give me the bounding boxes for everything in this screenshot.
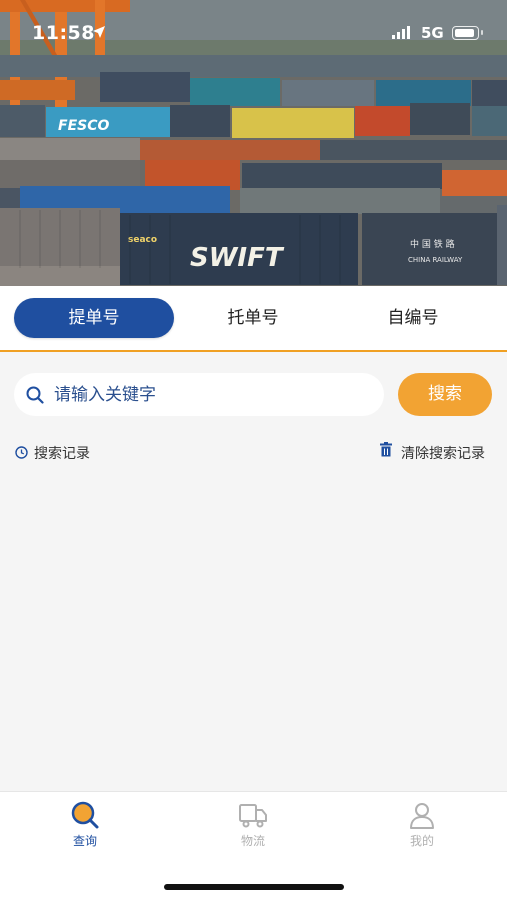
nav-profile[interactable]: 我的 xyxy=(392,800,452,849)
nav-logistics[interactable]: 物流 xyxy=(223,800,283,849)
location-arrow-icon xyxy=(93,26,105,38)
nav-logistics-label: 物流 xyxy=(240,834,265,848)
trash-icon xyxy=(380,442,392,457)
network-type: 5G xyxy=(421,24,444,42)
tab-booking-number[interactable]: 托单号 xyxy=(173,298,333,338)
svg-text:中 国 铁 路: 中 国 铁 路 xyxy=(410,238,455,250)
svg-text:FESCO: FESCO xyxy=(58,118,109,134)
signal-icon xyxy=(392,26,410,39)
status-bar: 11:58 5G xyxy=(0,0,507,64)
tab-bill-of-lading[interactable]: 提单号 xyxy=(14,298,174,338)
home-indicator[interactable] xyxy=(164,884,344,890)
search-type-tabs: 提单号 托单号 自编号 xyxy=(0,286,507,352)
clear-history-label: 清除搜索记录 xyxy=(401,446,485,462)
svg-text:CHINA RAILWAY: CHINA RAILWAY xyxy=(408,256,463,264)
battery-cap xyxy=(481,30,483,35)
search-field[interactable] xyxy=(14,373,384,416)
clock-icon xyxy=(15,446,28,459)
truck-icon xyxy=(239,804,267,828)
battery-icon xyxy=(452,26,479,40)
status-time: 11:58 xyxy=(32,22,95,44)
bottom-tab-bar: 查询 物流 我的 xyxy=(0,791,507,901)
user-icon xyxy=(410,803,434,829)
tab-custom-number[interactable]: 自编号 xyxy=(333,298,493,338)
nav-profile-label: 我的 xyxy=(409,834,434,848)
search-button[interactable]: 搜索 xyxy=(398,373,492,416)
nav-query[interactable]: 查询 xyxy=(55,800,115,849)
svg-text:SWIFT: SWIFT xyxy=(190,243,285,273)
hero-image: FESCO SWIFT seaco 中 国 铁 路 CHINA RAILWAY xyxy=(0,0,507,286)
search-icon xyxy=(26,386,44,404)
search-input[interactable] xyxy=(52,379,376,411)
search-nav-icon xyxy=(71,801,99,829)
svg-text:seaco: seaco xyxy=(128,235,157,245)
nav-query-label: 查询 xyxy=(72,834,97,848)
search-history-label: 搜索记录 xyxy=(34,446,90,462)
